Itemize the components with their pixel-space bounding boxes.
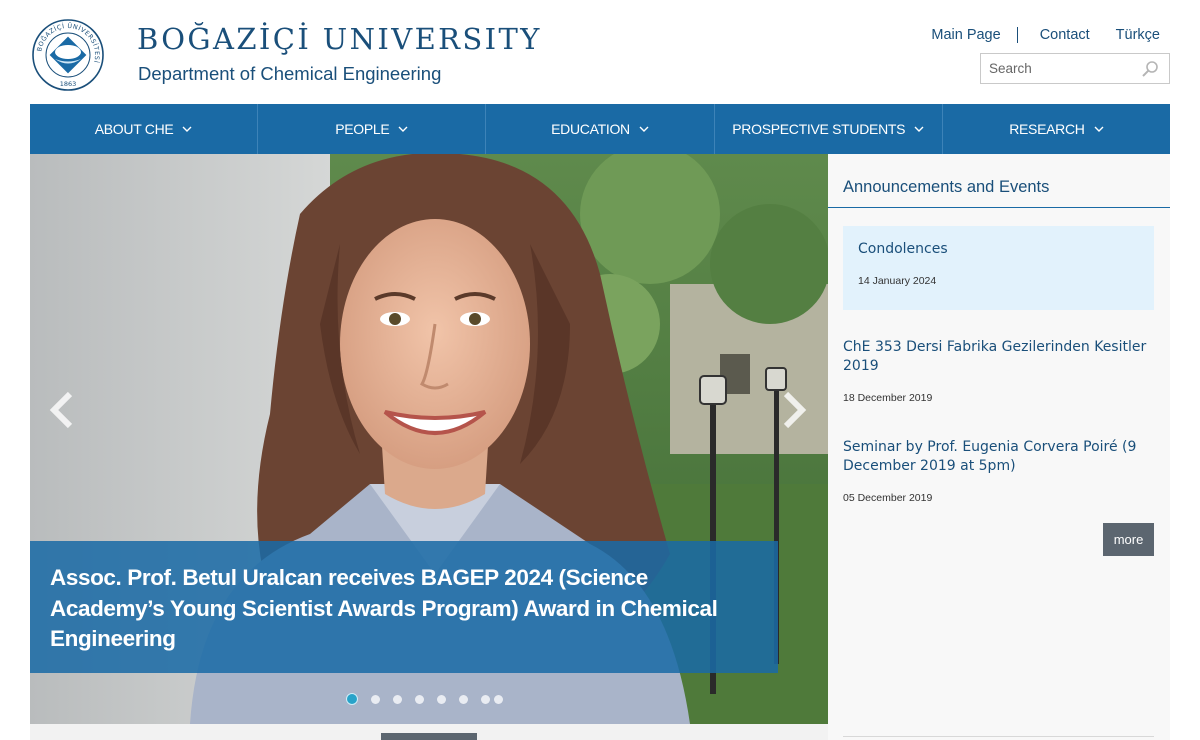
chevron-down-icon bbox=[182, 126, 192, 132]
nav-item-prospective-students[interactable]: PROSPECTIVE STUDENTS bbox=[715, 104, 943, 154]
main-nav: ABOUT CHE PEOPLE EDUCATION PROSPECTIVE S… bbox=[30, 104, 1170, 154]
nav-item-label: EDUCATION bbox=[551, 121, 630, 137]
contact-link[interactable]: Contact bbox=[1040, 27, 1090, 43]
slide-dot[interactable] bbox=[415, 694, 424, 704]
top-links: Main Page Contact Türkçe bbox=[931, 27, 1160, 43]
link-separator bbox=[1016, 27, 1018, 43]
more-button[interactable]: more bbox=[1103, 523, 1154, 556]
slide-dot[interactable] bbox=[437, 694, 446, 704]
chevron-down-icon bbox=[914, 126, 924, 132]
chevron-down-icon bbox=[1094, 126, 1104, 132]
nav-item-label: PROSPECTIVE STUDENTS bbox=[732, 121, 906, 137]
language-link[interactable]: Türkçe bbox=[1116, 27, 1160, 43]
university-name[interactable]: BOĞAZİÇİ UNIVERSITY bbox=[137, 22, 542, 56]
announcements-panel: Announcements and Events Condolences 14 … bbox=[828, 154, 1170, 740]
slide-dots bbox=[346, 693, 516, 705]
slide-dot[interactable] bbox=[459, 694, 468, 704]
nav-item-research[interactable]: RESEARCH bbox=[943, 104, 1170, 154]
nav-item-label: RESEARCH bbox=[1009, 121, 1085, 137]
main-page-link[interactable]: Main Page bbox=[931, 27, 1000, 43]
slide-dot[interactable] bbox=[494, 694, 503, 704]
slide-dot[interactable] bbox=[346, 693, 358, 705]
slide-dot[interactable] bbox=[371, 694, 380, 704]
announcements-title[interactable]: Announcements and Events bbox=[843, 178, 1049, 197]
nav-item-label: PEOPLE bbox=[335, 121, 390, 137]
nav-item-label: ABOUT CHE bbox=[94, 121, 174, 137]
section-tab[interactable] bbox=[381, 733, 477, 740]
slide-dot[interactable] bbox=[393, 694, 402, 704]
divider bbox=[843, 736, 1154, 737]
divider bbox=[828, 207, 1170, 208]
chevron-down-icon bbox=[639, 126, 649, 132]
slide-caption[interactable]: Assoc. Prof. Betul Uralcan receives BAGE… bbox=[30, 541, 778, 673]
search-input[interactable] bbox=[981, 54, 1131, 83]
logo-year: 1863 bbox=[60, 80, 77, 88]
search-box bbox=[980, 53, 1170, 84]
department-name[interactable]: Department of Chemical Engineering bbox=[138, 63, 441, 85]
announcement-title: ChE 353 Dersi Fabrika Gezilerinden Kesit… bbox=[843, 339, 1147, 374]
announcement-date: 05 December 2019 bbox=[843, 492, 933, 504]
slide-caption-text: Assoc. Prof. Betul Uralcan receives BAGE… bbox=[50, 565, 718, 651]
announcement-date: 14 January 2024 bbox=[858, 275, 937, 287]
university-logo[interactable]: BOĞAZİÇİ ÜNİVERSİTESİ 1863 bbox=[31, 18, 105, 92]
search-icon[interactable] bbox=[1141, 60, 1159, 78]
next-slide-arrow[interactable] bbox=[780, 390, 810, 430]
announcement-title: Condolences bbox=[858, 241, 948, 257]
announcement-item[interactable]: Condolences 14 January 2024 bbox=[843, 226, 1154, 310]
slide-dot[interactable] bbox=[481, 694, 490, 704]
nav-item-about-che[interactable]: ABOUT CHE bbox=[30, 104, 259, 154]
nav-item-education[interactable]: EDUCATION bbox=[486, 104, 715, 154]
announcement-item[interactable]: ChE 353 Dersi Fabrika Gezilerinden Kesit… bbox=[843, 338, 1154, 404]
announcement-title: Seminar by Prof. Eugenia Corvera Poiré (… bbox=[843, 439, 1137, 474]
nav-item-people[interactable]: PEOPLE bbox=[258, 104, 487, 154]
hero-slider[interactable]: Assoc. Prof. Betul Uralcan receives BAGE… bbox=[30, 154, 828, 724]
site-header: BOĞAZİÇİ ÜNİVERSİTESİ 1863 BOĞAZİÇİ UNIV… bbox=[0, 0, 1200, 104]
chevron-down-icon bbox=[398, 126, 408, 132]
announcement-date: 18 December 2019 bbox=[843, 392, 933, 404]
announcement-item[interactable]: Seminar by Prof. Eugenia Corvera Poiré (… bbox=[843, 438, 1154, 504]
previous-slide-arrow[interactable] bbox=[46, 390, 76, 430]
